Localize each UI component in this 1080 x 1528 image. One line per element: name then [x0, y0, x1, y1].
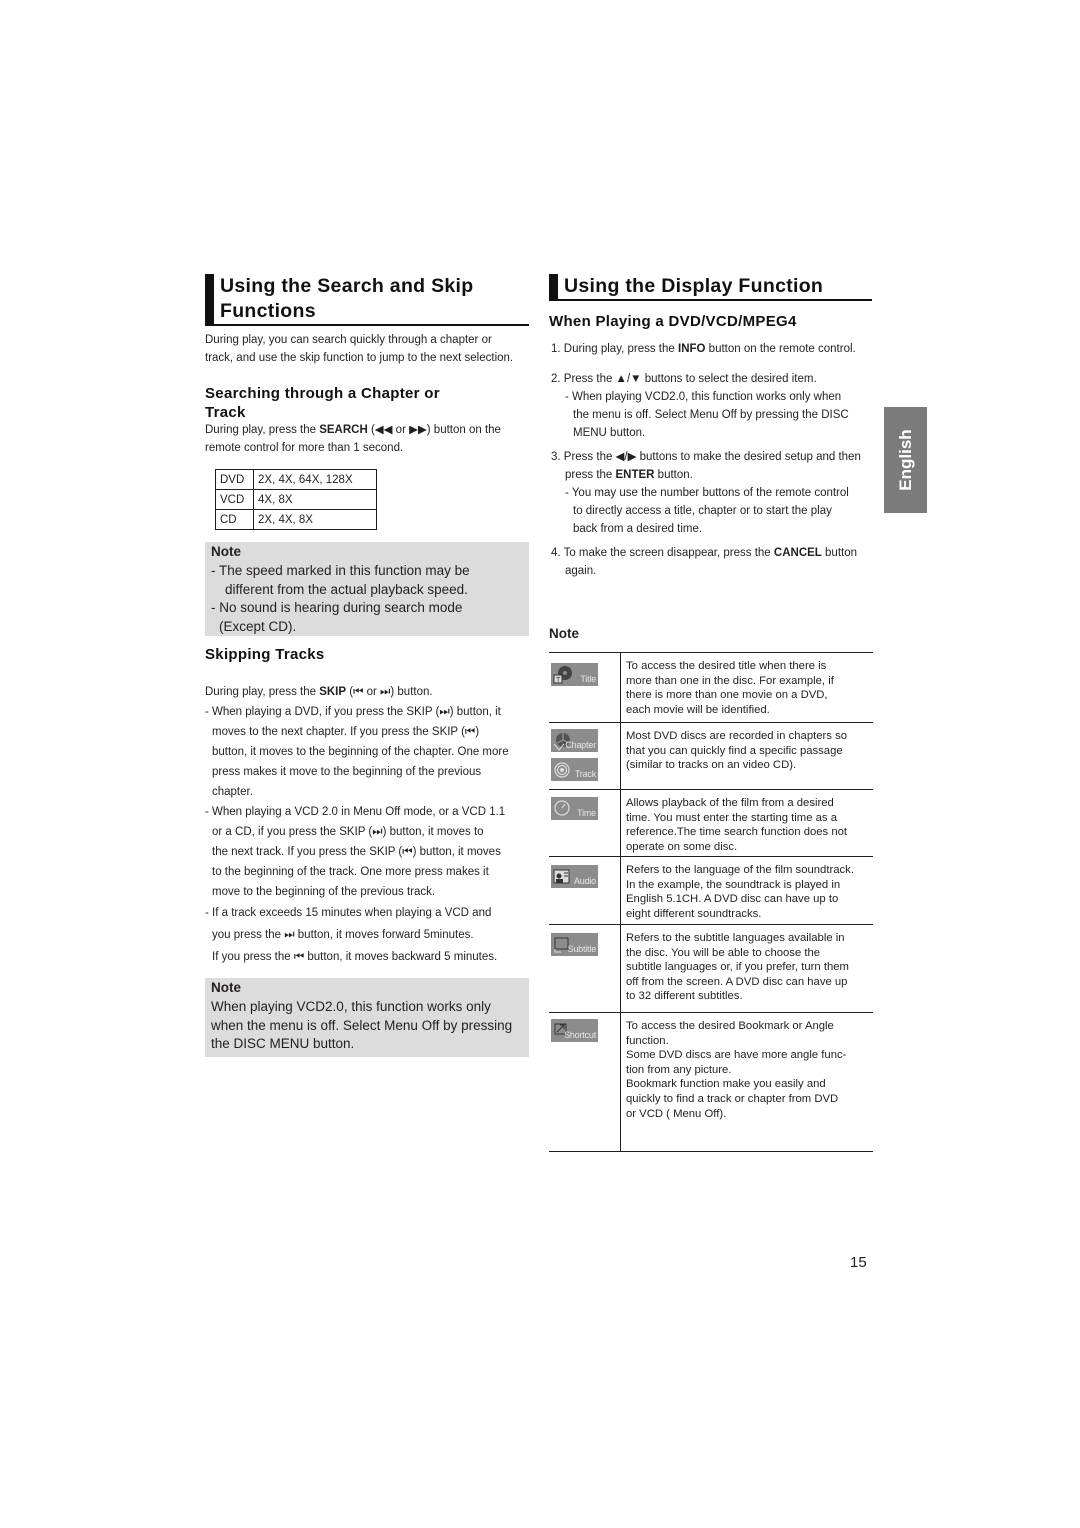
display-item-description: To access the desired title when there i…	[626, 660, 834, 716]
display-steps: 1. During play, press the INFO button on…	[551, 340, 876, 580]
display-item-description: Refers to the subtitle languages availab…	[626, 932, 849, 1003]
skipping-instructions: During play, press the SKIP (⏮ or ⏭) but…	[205, 682, 535, 968]
skip-bullet: - If a track exceeds 15 minutes when pla…	[205, 907, 498, 963]
table-row: Audio Refers to the language of the film…	[549, 857, 873, 925]
table-row: DVD 2X, 4X, 64X, 128X	[215, 469, 377, 490]
step-1: 1. During play, press the INFO button on…	[551, 343, 856, 355]
subtitle-icon: Subtitle	[551, 933, 598, 956]
display-item-description: Allows playback of the film from a desir…	[626, 797, 848, 853]
display-item-description: Refers to the language of the film sound…	[626, 864, 854, 920]
display-items-table: T Title To access the desired title when…	[549, 652, 873, 1152]
svg-text:T: T	[556, 677, 561, 684]
display-note-title: Note	[549, 626, 579, 641]
dvd-vcd-mpeg4-heading: When Playing a DVD/VCD/MPEG4	[549, 313, 797, 330]
table-row: VCD 4X, 8X	[215, 489, 377, 510]
track-icon: Track	[551, 758, 598, 781]
search-speed-table: DVD 2X, 4X, 64X, 128X VCD 4X, 8X CD 2X, 4X,…	[215, 469, 377, 530]
table-row: CD 2X, 4X, 8X	[215, 509, 377, 530]
table-row: Chapter Track Most DVD discs are recorde…	[549, 723, 873, 790]
skipping-tracks-heading: Skipping Tracks	[205, 646, 325, 663]
note-box-search: Note - The speed marked in this function…	[205, 542, 529, 636]
step-3: 3. Press the ◀/▶ buttons to make the des…	[551, 451, 861, 535]
chapter-icon: Chapter	[551, 729, 598, 752]
skip-bullet: - When playing a VCD 2.0 in Menu Off mod…	[205, 806, 506, 898]
step-2: 2. Press the ▲/▼ buttons to select the d…	[551, 373, 849, 439]
table-row: Time Allows playback of the film from a …	[549, 790, 873, 857]
searching-heading: Searching through a Chapter or Track	[205, 385, 440, 421]
searching-instructions: During play, press the SEARCH (◀◀ or ▶▶)…	[205, 424, 501, 454]
note-box-skip: Note When playing VCD2.0, this function …	[205, 978, 529, 1057]
title-icon: T Title	[551, 663, 598, 686]
section-title-search-skip: Using the Search and Skip Functions	[205, 274, 529, 326]
audio-icon: Audio	[551, 865, 598, 888]
step-4: 4. To make the screen disappear, press t…	[551, 547, 857, 577]
language-tab: English	[884, 407, 927, 513]
table-row: T Title To access the desired title when…	[549, 653, 873, 723]
search-skip-intro: During play, you can search quickly thro…	[205, 334, 514, 364]
shortcut-icon: Shortcut	[551, 1019, 598, 1042]
section-title-display: Using the Display Function	[549, 274, 872, 301]
display-item-description: Most DVD discs are recorded in chapters …	[626, 730, 848, 772]
page-number: 15	[850, 1254, 867, 1271]
skip-bullet: - When playing a DVD, if you press the S…	[205, 706, 509, 798]
table-row: Shortcut To access the desired Bookmark …	[549, 1013, 873, 1152]
display-item-description: To access the desired Bookmark or Angle …	[626, 1020, 847, 1120]
time-icon: Time	[551, 797, 598, 820]
table-row: Subtitle Refers to the subtitle language…	[549, 925, 873, 1013]
